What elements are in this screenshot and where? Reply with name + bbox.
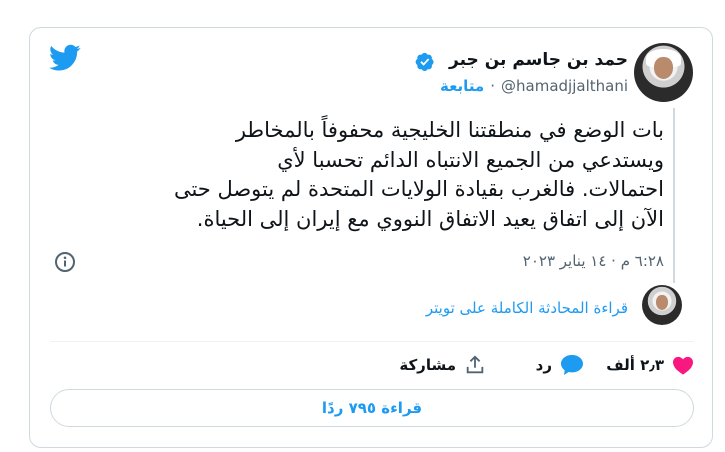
meta-separator: · bbox=[490, 77, 496, 95]
author-meta-row: متابعة · @hamadjjalthani bbox=[440, 77, 628, 95]
author-avatar[interactable] bbox=[634, 43, 693, 102]
tweet-text: بات الوضع في منطقتنا الخليجية محفوفاً با… bbox=[173, 118, 664, 231]
tweet-timestamp[interactable]: ٦:٢٨ م · ١٤ يناير ٢٠٢٣ bbox=[523, 252, 664, 270]
like-count: ٢٫٣ ألف bbox=[606, 356, 664, 374]
thread-avatar[interactable] bbox=[642, 285, 682, 325]
share-label: مشاركة bbox=[399, 356, 456, 374]
like-button[interactable]: ٢٫٣ ألف bbox=[606, 348, 694, 382]
info-icon[interactable] bbox=[54, 251, 76, 273]
reply-label: رد bbox=[535, 356, 552, 374]
divider bbox=[50, 341, 694, 342]
author-handle[interactable]: @hamadjjalthani bbox=[501, 77, 628, 95]
share-icon bbox=[464, 354, 486, 376]
heart-icon bbox=[672, 355, 694, 375]
read-full-conversation-link[interactable]: قراءة المحادثة الكاملة على تويتر bbox=[426, 299, 628, 317]
thread-connector-line bbox=[673, 108, 675, 283]
reply-button[interactable]: رد bbox=[536, 348, 584, 382]
verified-badge-icon bbox=[415, 52, 435, 72]
tweet-card: حمد بن جاسم بن جبر متابعة · @hamadjjalth… bbox=[29, 27, 713, 448]
read-replies-button[interactable]: قراءة ٧٩٥ ردًا bbox=[50, 389, 694, 427]
author-display-name[interactable]: حمد بن جاسم بن جبر bbox=[449, 50, 628, 70]
speech-bubble-icon bbox=[560, 354, 584, 376]
follow-link[interactable]: متابعة bbox=[440, 77, 484, 95]
share-button[interactable]: مشاركة bbox=[399, 348, 486, 382]
tweet-actions-bar: ٢٫٣ ألف رد مشاركة bbox=[30, 348, 712, 382]
twitter-bird-icon[interactable] bbox=[49, 44, 81, 72]
